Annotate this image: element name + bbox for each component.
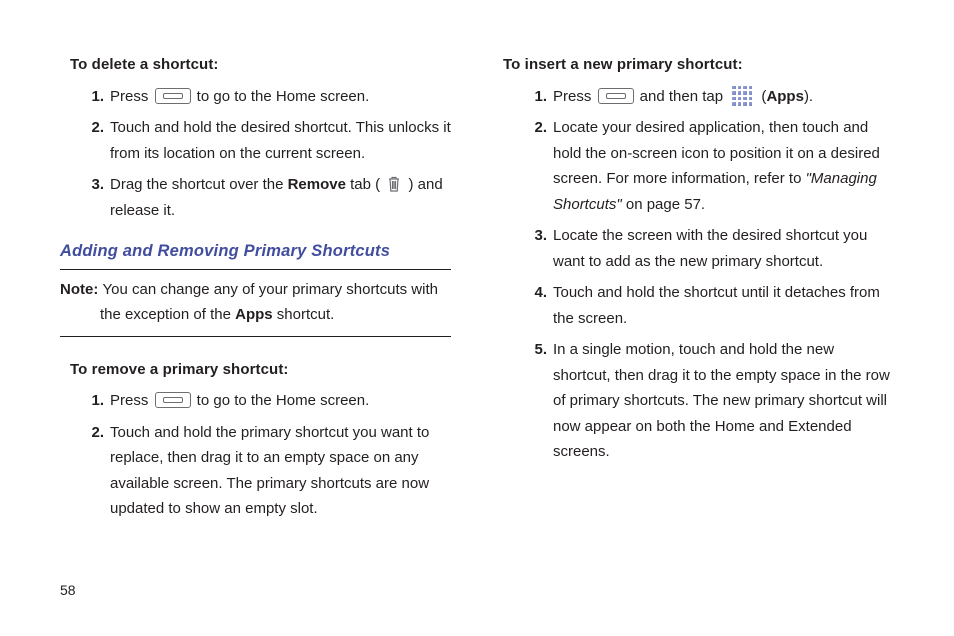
step-number: 3. <box>82 172 104 198</box>
home-button-icon <box>155 88 191 104</box>
text: tab ( <box>346 176 384 193</box>
divider <box>60 336 451 337</box>
step-number: 1. <box>82 388 104 414</box>
remove-steps: 1. Press to go to the Home screen. 2. To… <box>60 388 451 522</box>
step-number: 2. <box>525 115 547 141</box>
text: shortcut. <box>273 306 335 323</box>
step-number: 3. <box>525 223 547 249</box>
right-column: To insert a new primary shortcut: 1. Pre… <box>503 52 894 636</box>
apps-label: Apps <box>235 306 273 323</box>
text: on page 57. <box>622 196 705 213</box>
apps-label: Apps <box>766 88 804 105</box>
remove-step-1: 1. Press to go to the Home screen. <box>60 388 451 414</box>
text: Press <box>110 88 153 105</box>
insert-primary-title: To insert a new primary shortcut: <box>503 52 894 78</box>
insert-step-2: 2. Locate your desired application, then… <box>503 115 894 217</box>
left-column: To delete a shortcut: 1. Press to go to … <box>60 52 451 636</box>
text: Drag the shortcut over the <box>110 176 288 193</box>
insert-step-3: 3. Locate the screen with the desired sh… <box>503 223 894 274</box>
section-heading: Adding and Removing Primary Shortcuts <box>60 237 451 265</box>
step-number: 2. <box>82 115 104 141</box>
delete-shortcut-title: To delete a shortcut: <box>70 52 451 78</box>
text: ). <box>804 88 813 105</box>
text: Touch and hold the shortcut until it det… <box>553 284 880 327</box>
step-number: 1. <box>525 84 547 110</box>
delete-steps: 1. Press to go to the Home screen. 2. To… <box>60 84 451 224</box>
insert-step-5: 5. In a single motion, touch and hold th… <box>503 337 894 465</box>
note-block: Note: You can change any of your primary… <box>60 278 451 328</box>
text: and then tap <box>636 88 728 105</box>
step-number: 4. <box>525 280 547 306</box>
manual-page: To delete a shortcut: 1. Press to go to … <box>0 0 954 636</box>
text: In a single motion, touch and hold the n… <box>553 341 890 460</box>
text: Locate the screen with the desired short… <box>553 227 867 270</box>
remove-label: Remove <box>288 176 346 193</box>
delete-step-1: 1. Press to go to the Home screen. <box>60 84 451 110</box>
text: to go to the Home screen. <box>193 88 370 105</box>
remove-primary-title: To remove a primary shortcut: <box>70 357 451 383</box>
text: to go to the Home screen. <box>193 392 370 409</box>
text: Press <box>110 392 153 409</box>
delete-step-3: 3. Drag the shortcut over the Remove tab… <box>60 172 451 223</box>
insert-steps: 1. Press and then tap (Apps). 2. Locate … <box>503 84 894 465</box>
home-button-icon <box>598 88 634 104</box>
note-label: Note: <box>60 281 103 298</box>
step-number: 5. <box>525 337 547 363</box>
insert-step-1: 1. Press and then tap (Apps). <box>503 84 894 110</box>
home-button-icon <box>155 392 191 408</box>
step-number: 2. <box>82 420 104 446</box>
insert-step-4: 4. Touch and hold the shortcut until it … <box>503 280 894 331</box>
apps-grid-icon <box>730 84 754 108</box>
text: Touch and hold the desired shortcut. Thi… <box>110 119 451 162</box>
trash-icon <box>387 175 401 193</box>
divider <box>60 269 451 270</box>
page-number: 58 <box>60 582 76 598</box>
text: Press <box>553 88 596 105</box>
delete-step-2: 2. Touch and hold the desired shortcut. … <box>60 115 451 166</box>
step-number: 1. <box>82 84 104 110</box>
remove-step-2: 2. Touch and hold the primary shortcut y… <box>60 420 451 522</box>
text: Touch and hold the primary shortcut you … <box>110 424 429 518</box>
